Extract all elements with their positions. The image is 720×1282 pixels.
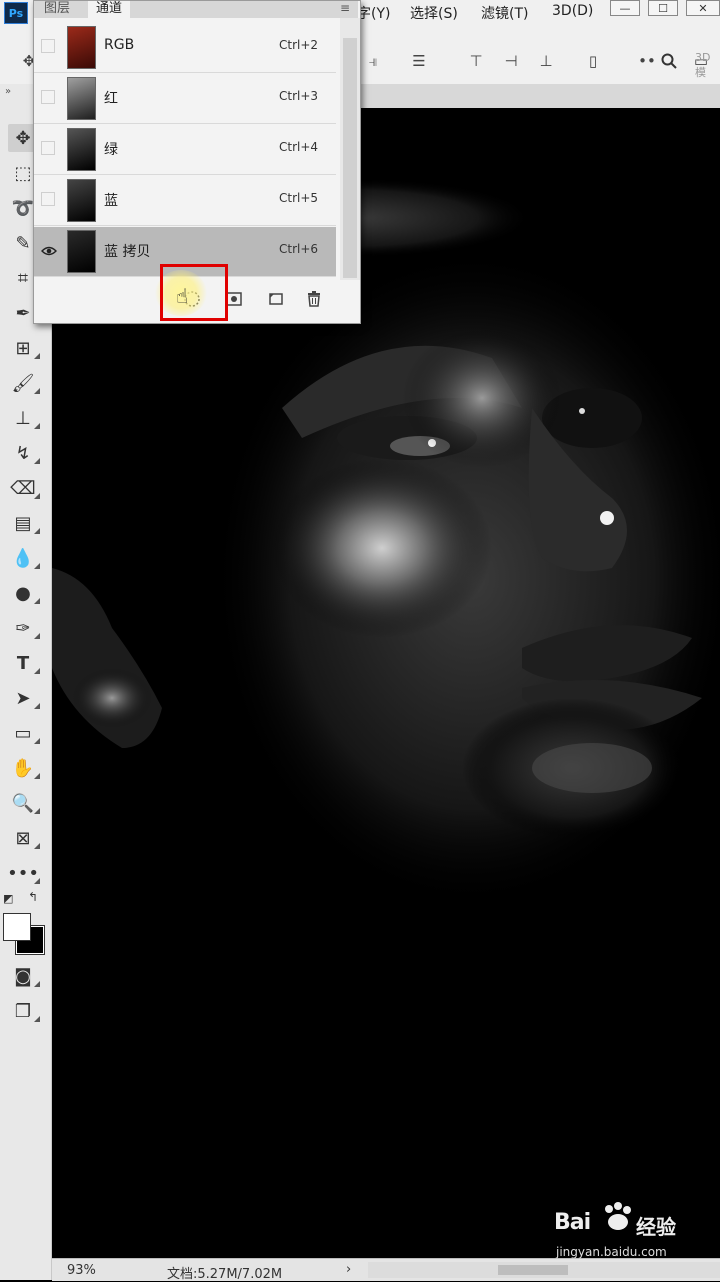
channel-thumbnail [67, 26, 96, 69]
minimize-icon[interactable]: — [610, 0, 640, 16]
visibility-toggle[interactable] [41, 141, 55, 155]
zoom-level[interactable]: 93% [67, 1263, 96, 1278]
quick-mask-icon[interactable]: ◙ [8, 962, 40, 990]
visibility-toggle[interactable] [41, 192, 55, 206]
document-size: 文档:5.27M/7.02M [167, 1267, 283, 1282]
blur-tool-icon[interactable]: 💧 [8, 544, 40, 572]
pen-tool-icon[interactable]: ✑ [8, 614, 40, 642]
watermark-url: jingyan.baidu.com [556, 1245, 667, 1259]
channel-row-red[interactable]: 红 Ctrl+3 [34, 74, 336, 124]
healing-brush-tool-icon[interactable]: ⊞ [8, 334, 40, 362]
eraser-tool-icon[interactable]: ⌫ [8, 474, 40, 502]
3d-mode-label: 3D 模 [695, 51, 711, 79]
path-selection-tool-icon[interactable]: ➤ [8, 684, 40, 712]
tab-layers[interactable]: 图层 [36, 1, 78, 18]
channel-name: 蓝 拷贝 [104, 244, 151, 260]
visibility-toggle[interactable] [41, 39, 55, 53]
status-bar: 93% 文档:5.27M/7.02M › [52, 1258, 720, 1282]
watermark-brand: Bai [554, 1210, 591, 1235]
channel-thumbnail [67, 230, 96, 273]
watermark-brand-cn: 经验 [636, 1215, 676, 1239]
channel-row-rgb[interactable]: RGB Ctrl+2 [34, 23, 336, 73]
status-menu-arrow[interactable]: › [346, 1262, 351, 1277]
new-channel-icon[interactable] [266, 289, 286, 309]
swap-colors-icon[interactable]: ↰ [28, 890, 38, 904]
align-vertical-centers-icon[interactable]: ⊣ [500, 51, 522, 71]
delete-channel-icon[interactable] [304, 289, 324, 309]
channel-thumbnail [67, 77, 96, 120]
distribute-icon[interactable]: ▯ [582, 51, 604, 71]
visibility-toggle[interactable] [41, 90, 55, 104]
default-colors-icon[interactable]: ◩ [3, 892, 13, 905]
channel-shortcut: Ctrl+4 [279, 140, 319, 154]
channel-shortcut: Ctrl+6 [279, 242, 319, 256]
edit-toolbar-icon[interactable]: ••• [7, 859, 40, 887]
tutorial-highlight-box [160, 264, 228, 321]
maximize-icon[interactable]: ☐ [648, 0, 678, 16]
type-tool-icon[interactable]: T [8, 649, 40, 677]
horizontal-scrollbar[interactable] [368, 1262, 720, 1278]
menu-filter[interactable]: 滤镜(T) [481, 3, 528, 23]
search-icon[interactable] [658, 51, 680, 71]
panel-scrollbar[interactable] [340, 18, 360, 280]
rectangle-tool-icon[interactable]: ▭ [8, 719, 40, 747]
zoom-tool-icon[interactable]: 🔍 [8, 789, 40, 817]
close-icon[interactable]: ✕ [686, 0, 720, 16]
align-horizontal-centers-icon[interactable]: ☰ [408, 51, 430, 71]
channel-name: 红 [104, 91, 118, 107]
collapse-panel-icon[interactable]: » [5, 86, 11, 97]
foreground-color-swatch[interactable] [3, 913, 31, 941]
channel-name: 蓝 [104, 193, 118, 209]
channel-name: 绿 [104, 142, 118, 158]
hand-tool-icon[interactable]: ✋ [8, 754, 40, 782]
dodge-tool-icon[interactable]: ● [8, 579, 40, 607]
paw-icon [605, 1202, 631, 1230]
brush-tool-icon[interactable]: 🖌 [8, 369, 40, 397]
more-options-icon[interactable]: •• [636, 51, 658, 71]
eye-icon[interactable] [39, 243, 59, 259]
panel-tab-bar: 图层 通道 ≡ [34, 1, 358, 18]
menu-select[interactable]: 选择(S) [410, 3, 458, 23]
baidu-jingyan-watermark: Bai 经验 jingyan.baidu.com [552, 1200, 712, 1260]
channel-shortcut: Ctrl+3 [279, 89, 319, 103]
channel-row-blue[interactable]: 蓝 Ctrl+5 [34, 176, 336, 226]
frame-tool-icon[interactable]: ⊠ [8, 824, 40, 852]
align-bottom-edges-icon[interactable]: ⊥ [535, 51, 557, 71]
menu-3d[interactable]: 3D(D) [552, 3, 593, 19]
channel-thumbnail [67, 128, 96, 171]
channel-shortcut: Ctrl+2 [279, 38, 319, 52]
channel-shortcut: Ctrl+5 [279, 191, 319, 205]
align-top-edges-icon[interactable]: ⊤ [465, 51, 487, 71]
channel-name: RGB [104, 37, 135, 53]
panel-menu-icon[interactable]: ≡ [340, 1, 350, 15]
screen-mode-icon[interactable]: ❐ [8, 997, 40, 1025]
tab-channels[interactable]: 通道 [88, 1, 131, 18]
history-brush-tool-icon[interactable]: ↯ [8, 439, 40, 467]
photoshop-logo: Ps [4, 2, 28, 24]
channel-thumbnail [67, 179, 96, 222]
gradient-tool-icon[interactable]: ▤ [8, 509, 40, 537]
menu-type[interactable]: 字(Y) [357, 3, 390, 23]
channel-row-green[interactable]: 绿 Ctrl+4 [34, 125, 336, 175]
clone-stamp-tool-icon[interactable]: ⊥ [8, 404, 40, 432]
align-right-edges-icon[interactable]: ⫣ [362, 51, 384, 71]
